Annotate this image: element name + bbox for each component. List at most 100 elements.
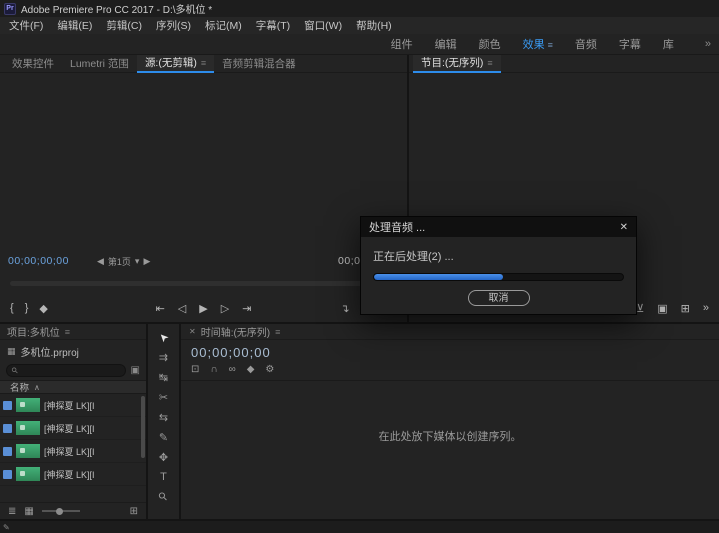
- menu-sequence[interactable]: 序列(S): [149, 18, 198, 33]
- tab-project[interactable]: 项目:多机位: [7, 324, 60, 339]
- page-next-icon[interactable]: ▶: [143, 256, 150, 267]
- insert-icon[interactable]: ↴: [340, 302, 349, 315]
- vertical-scrollbar[interactable]: [141, 396, 145, 458]
- add-marker-icon[interactable]: ◆: [247, 364, 255, 375]
- project-panel: 项目:多机位 ≡ ▦ 多机位.prproj ⚲ ▣ 名称 ∧ [神探夏 LK][…: [0, 324, 146, 519]
- comparison-view-icon[interactable]: ⊞: [681, 302, 690, 315]
- source-timecode[interactable]: 00;00;00;00: [8, 255, 69, 267]
- clip-name: [神探夏 LK][I: [44, 445, 95, 458]
- slider-knob[interactable]: [56, 508, 63, 515]
- timeline-timecode[interactable]: 00;00;00;00: [181, 340, 719, 360]
- linked-selection-toggle-icon[interactable]: ∞: [229, 364, 236, 375]
- extract-icon[interactable]: ⊻: [636, 302, 644, 315]
- tab-effect-controls[interactable]: 效果控件: [4, 55, 62, 73]
- panel-menu-icon[interactable]: ≡: [275, 327, 280, 337]
- menu-markers[interactable]: 标记(M): [198, 18, 249, 33]
- hand-tool-icon[interactable]: ✥: [159, 451, 168, 464]
- menu-captions[interactable]: 字幕(T): [249, 18, 297, 33]
- app-icon: Pr: [4, 3, 16, 15]
- workspace-overflow-icon[interactable]: »: [705, 38, 711, 50]
- step-back-icon[interactable]: ◁: [178, 302, 186, 315]
- insert-nest-toggle-icon[interactable]: ⊡: [191, 364, 199, 375]
- timeline-settings-icon[interactable]: ⚙: [265, 364, 274, 375]
- tab-timeline[interactable]: 时间轴:(无序列): [201, 324, 270, 339]
- timeline-toolbar: ⊡ ∩ ∞ ◆ ⚙: [181, 360, 719, 381]
- dialog-close-icon[interactable]: ✕: [620, 222, 628, 233]
- razor-tool-icon[interactable]: ✂: [159, 391, 168, 404]
- goto-in-icon[interactable]: ⇤: [156, 302, 165, 315]
- source-page-selector[interactable]: ◀ 第1页 ▾ ▶: [97, 255, 150, 268]
- processing-audio-dialog: 处理音频 ... ✕ 正在后处理(2) ... 取消: [360, 216, 637, 315]
- ripple-edit-tool-icon[interactable]: ↹: [159, 371, 168, 384]
- tab-program-monitor[interactable]: 节目:(无序列)≡: [413, 55, 501, 73]
- tab-source-monitor[interactable]: 源:(无剪辑)≡: [137, 55, 214, 73]
- panel-menu-icon[interactable]: ≡: [487, 54, 492, 72]
- tab-lumetri-scopes[interactable]: Lumetri 范围: [62, 55, 137, 73]
- pen-tool-icon[interactable]: ✎: [159, 431, 168, 444]
- export-frame-icon[interactable]: ▣: [657, 302, 667, 315]
- menu-edit[interactable]: 编辑(E): [50, 18, 99, 33]
- workspace-tab-color[interactable]: 颜色: [468, 36, 512, 52]
- menu-help[interactable]: 帮助(H): [349, 18, 399, 33]
- source-zoom-scrollbar[interactable]: [10, 281, 397, 286]
- workspace-menu-icon[interactable]: ≡: [548, 40, 553, 50]
- workspace-tab-editing[interactable]: 编辑: [424, 36, 468, 52]
- clip-name: [神探夏 LK][I: [44, 468, 95, 481]
- project-row[interactable]: [神探夏 LK][I: [0, 394, 146, 417]
- transport-overflow-icon[interactable]: »: [703, 302, 709, 314]
- workspace-tab-effects[interactable]: 效果≡: [512, 36, 564, 52]
- new-bin-icon[interactable]: ⊞: [130, 506, 138, 517]
- dialog-header[interactable]: 处理音频 ... ✕: [361, 217, 636, 237]
- slip-tool-icon[interactable]: ⇆: [159, 411, 168, 424]
- close-icon[interactable]: ✕: [189, 327, 196, 336]
- project-row[interactable]: [神探夏 LK][I: [0, 440, 146, 463]
- title-bar: Pr Adobe Premiere Pro CC 2017 - D:\多机位 *: [0, 0, 719, 17]
- goto-out-icon[interactable]: ⇥: [242, 302, 251, 315]
- add-marker-icon[interactable]: ◆: [39, 302, 47, 315]
- icon-view-icon[interactable]: ▦: [24, 506, 33, 517]
- panel-menu-icon[interactable]: ≡: [201, 54, 206, 72]
- list-view-icon[interactable]: ≣: [8, 506, 16, 517]
- workspace-tab-assembly[interactable]: 组件: [380, 36, 424, 52]
- snap-toggle-icon[interactable]: ∩: [210, 364, 217, 375]
- panel-menu-icon[interactable]: ≡: [65, 327, 70, 337]
- project-item-list: [神探夏 LK][I [神探夏 LK][I [神探夏 LK][I [神探夏 LK…: [0, 394, 146, 503]
- clip-thumbnail: [16, 398, 40, 412]
- name-column-header[interactable]: 名称 ∧: [0, 380, 146, 394]
- mark-in-icon[interactable]: {: [10, 302, 14, 315]
- project-row[interactable]: [神探夏 LK][I: [0, 417, 146, 440]
- dialog-message: 正在后处理(2) ...: [373, 248, 624, 264]
- timeline-empty-message: 在此处放下媒体以创建序列。: [181, 428, 719, 444]
- play-icon[interactable]: ▶: [199, 302, 207, 315]
- search-input[interactable]: ⚲: [6, 364, 126, 377]
- tab-program-monitor-label: 节目:(无序列): [421, 54, 483, 72]
- thumbnail-zoom-slider[interactable]: [42, 510, 80, 512]
- window-title: Adobe Premiere Pro CC 2017 - D:\多机位 *: [21, 1, 212, 16]
- zoom-tool-icon[interactable]: ⚲: [156, 489, 171, 504]
- workspace-tab-captions[interactable]: 字幕: [608, 36, 652, 52]
- status-bar: ✎: [0, 521, 719, 533]
- clip-type-icon: [3, 447, 12, 456]
- project-file-row[interactable]: ▦ 多机位.prproj: [0, 340, 146, 361]
- progress-fill: [374, 274, 503, 280]
- menu-file[interactable]: 文件(F): [2, 18, 50, 33]
- mark-out-icon[interactable]: }: [25, 302, 29, 315]
- project-row[interactable]: [神探夏 LK][I: [0, 463, 146, 486]
- clip-name: [神探夏 LK][I: [44, 422, 95, 435]
- clip-name: [神探夏 LK][I: [44, 399, 95, 412]
- track-select-forward-tool-icon[interactable]: ⇉: [159, 351, 168, 364]
- menu-clip[interactable]: 剪辑(C): [99, 18, 149, 33]
- cancel-button[interactable]: 取消: [468, 290, 530, 306]
- workspace-tab-libraries[interactable]: 库: [652, 36, 685, 52]
- menu-window[interactable]: 窗口(W): [297, 18, 349, 33]
- search-icon: ⚲: [10, 365, 21, 376]
- step-forward-icon[interactable]: ▷: [221, 302, 229, 315]
- caret-down-icon[interactable]: ▾: [135, 256, 140, 267]
- page-prev-icon[interactable]: ◀: [97, 256, 104, 267]
- timeline-panel: ✕ 时间轴:(无序列) ≡ 00;00;00;00 ⊡ ∩ ∞ ◆ ⚙ 在此处放…: [181, 324, 719, 519]
- tab-audio-clip-mixer[interactable]: 音频剪辑混合器: [214, 55, 304, 73]
- selection-tool-icon[interactable]: ➤: [156, 330, 172, 346]
- filter-bin-icon[interactable]: ▣: [131, 365, 140, 376]
- workspace-tab-audio[interactable]: 音频: [564, 36, 608, 52]
- type-tool-icon[interactable]: T: [160, 471, 167, 483]
